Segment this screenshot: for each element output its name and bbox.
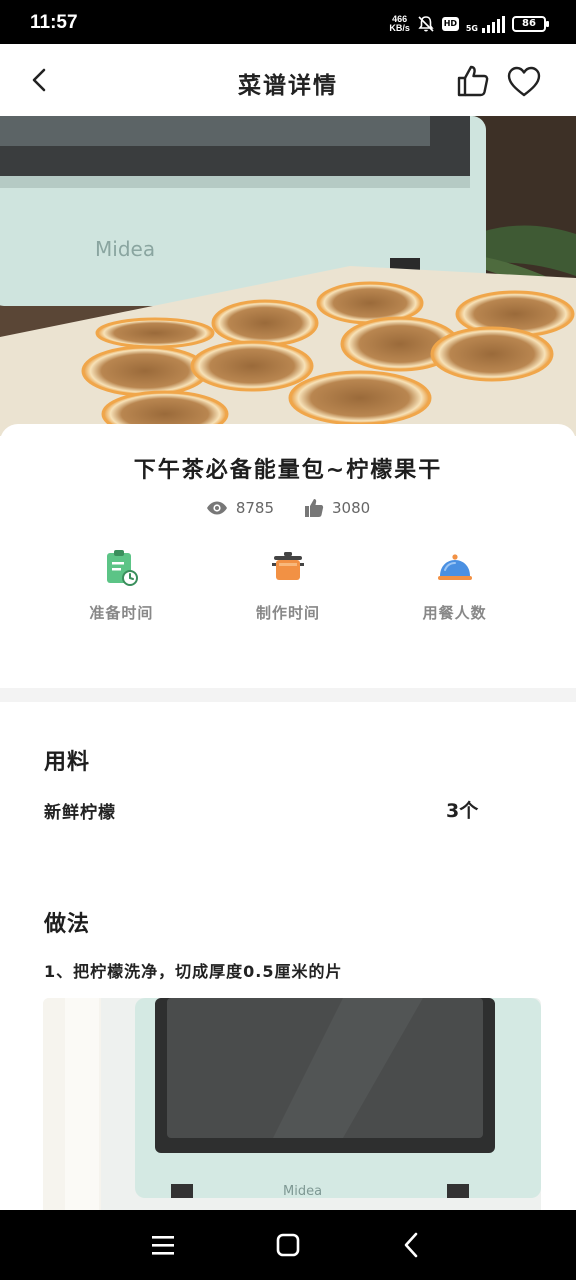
step-image: Midea bbox=[43, 998, 541, 1210]
meta-cook-time: 制作时间 bbox=[228, 548, 348, 623]
hero-image: Midea bbox=[0, 116, 576, 436]
status-time: 11:57 bbox=[30, 12, 78, 33]
heart-icon bbox=[507, 66, 541, 97]
recipe-info-card: 下午茶必备能量包~柠檬果干 8785 3080 准备时间 制作时间 用餐人数 bbox=[0, 424, 576, 688]
pot-icon bbox=[271, 552, 304, 580]
hd-badge: HD bbox=[441, 17, 459, 31]
recipe-meta-row: 准备时间 制作时间 用餐人数 bbox=[0, 548, 576, 623]
section-divider bbox=[0, 688, 576, 702]
meta-prep-time: 准备时间 bbox=[61, 548, 181, 623]
clipboard-icon bbox=[107, 550, 139, 586]
ingredient-amount: 3个 bbox=[446, 800, 479, 822]
recipe-stats: 8785 3080 bbox=[0, 498, 576, 518]
status-bar: 11:57 466 KB/s HD 5G 86 bbox=[0, 0, 576, 44]
thumbs-up-icon bbox=[457, 65, 489, 97]
food-cloche-icon bbox=[437, 554, 472, 580]
eye-icon bbox=[206, 501, 227, 515]
hero-brand-logo: Midea bbox=[95, 237, 155, 261]
meta-servings: 用餐人数 bbox=[395, 548, 515, 623]
like-count: 3080 bbox=[304, 498, 370, 518]
view-count: 8785 bbox=[206, 498, 274, 518]
like-button[interactable] bbox=[454, 62, 492, 100]
battery-icon: 86 bbox=[512, 16, 549, 32]
back-arrow-icon bbox=[404, 1232, 418, 1258]
menu-icon bbox=[152, 1236, 174, 1255]
ingredients-title: 用料 bbox=[44, 750, 91, 775]
mute-bell-icon bbox=[418, 16, 434, 32]
menu-button[interactable] bbox=[146, 1228, 180, 1262]
thumbs-up-small-icon bbox=[305, 499, 324, 517]
favorite-button[interactable] bbox=[506, 64, 542, 100]
ingredient-name: 新鲜柠檬 bbox=[44, 803, 116, 823]
status-indicators: 466 KB/s HD 5G 86 bbox=[389, 14, 549, 34]
system-back-button[interactable] bbox=[395, 1228, 429, 1262]
system-nav-bar bbox=[0, 1210, 576, 1280]
step-brand-logo: Midea bbox=[283, 1184, 322, 1199]
app-header: 菜谱详情 bbox=[0, 44, 576, 116]
home-square-icon bbox=[276, 1233, 300, 1257]
home-button[interactable] bbox=[271, 1228, 305, 1262]
network-speed: 466 KB/s bbox=[389, 14, 410, 33]
step-text: 1、把柠檬洗净，切成厚度0.5厘米的片 bbox=[44, 962, 343, 981]
signal-icon: 5G bbox=[466, 15, 505, 33]
steps-title: 做法 bbox=[44, 912, 91, 937]
recipe-title: 下午茶必备能量包~柠檬果干 bbox=[133, 458, 443, 483]
